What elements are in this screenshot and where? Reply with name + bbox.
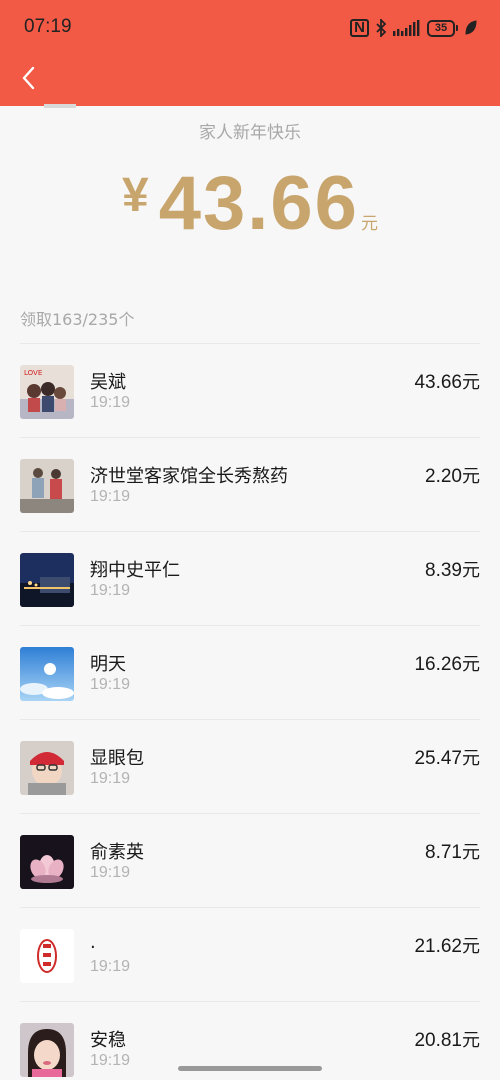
avatar[interactable] — [20, 459, 74, 513]
chevron-left-icon[interactable] — [18, 64, 40, 92]
record-name: 显眼包 — [90, 748, 144, 769]
red-seal-stamp-icon — [20, 929, 74, 983]
record-name: . — [90, 932, 96, 953]
lotus-flower-photo-icon — [20, 835, 74, 889]
avatar[interactable] — [20, 647, 74, 701]
record-amount: 8.39元 — [425, 560, 480, 581]
two-people-photo-icon — [20, 459, 74, 513]
record-amount: 43.66元 — [414, 372, 480, 393]
svg-text:LOVE: LOVE — [24, 369, 42, 377]
child-portrait-photo-icon — [20, 1023, 74, 1077]
list-item[interactable]: 显眼包 19:19 25.47元 — [20, 719, 480, 813]
record-name: 吴斌 — [90, 372, 126, 393]
child-red-hat-photo-icon — [20, 741, 74, 795]
home-indicator[interactable] — [178, 1066, 322, 1071]
list-item[interactable]: . 19:19 21.62元 — [20, 907, 480, 1001]
list-item[interactable]: 俞素英 19:19 8.71元 — [20, 813, 480, 907]
bluetooth-icon — [375, 19, 387, 37]
claim-record-list: LOVE 吴斌 19:19 43.66元 济世堂客家馆全长秀熬药 19:19 2… — [0, 343, 500, 1080]
list-item[interactable]: 济世堂客家馆全长秀熬药 19:19 2.20元 — [20, 437, 480, 531]
record-name: 济世堂客家馆全长秀熬药 — [90, 466, 288, 487]
record-time: 19:19 — [90, 958, 131, 975]
sender-avatar-edge — [44, 104, 76, 108]
received-amount: ¥43.66 元 — [0, 160, 500, 247]
record-name: 安稳 — [90, 1030, 126, 1051]
sky-sun-photo-icon — [20, 647, 74, 701]
record-time: 19:19 — [90, 864, 131, 881]
record-amount: 25.47元 — [414, 748, 480, 769]
status-time: 07:19 — [24, 16, 72, 37]
avatar[interactable] — [20, 835, 74, 889]
red-packet-detail-page: 07:19 N 35 家人新年快乐 ¥ 43.66 元 领取163/235个 L… — [0, 0, 500, 1080]
record-time: 19:19 — [90, 488, 131, 505]
currency-symbol: ¥ — [122, 169, 149, 222]
record-amount: 2.20元 — [425, 466, 480, 487]
nfc-icon: N — [350, 19, 369, 37]
list-item[interactable]: LOVE 吴斌 19:19 43.66元 — [20, 343, 480, 437]
status-icons: N 35 — [350, 16, 478, 40]
list-item[interactable]: 明天 19:19 16.26元 — [20, 625, 480, 719]
record-amount: 8.71元 — [425, 842, 480, 863]
battery-icon: 35 — [427, 19, 458, 37]
family-photo-icon: LOVE — [20, 365, 74, 419]
record-time: 19:19 — [90, 770, 131, 787]
record-amount: 21.62元 — [414, 936, 480, 957]
avatar[interactable]: LOVE — [20, 365, 74, 419]
record-time: 19:19 — [90, 394, 131, 411]
record-time: 19:19 — [90, 1052, 131, 1069]
amount-unit: 元 — [360, 214, 378, 234]
record-amount: 20.81元 — [414, 1030, 480, 1051]
avatar[interactable] — [20, 553, 74, 607]
list-item[interactable]: 翔中史平仁 19:19 8.39元 — [20, 531, 480, 625]
record-time: 19:19 — [90, 582, 131, 599]
leaf-icon — [464, 20, 478, 36]
night-building-photo-icon — [20, 553, 74, 607]
record-amount: 16.26元 — [414, 654, 480, 675]
battery-level: 35 — [427, 19, 455, 37]
avatar[interactable] — [20, 741, 74, 795]
record-name: 翔中史平仁 — [90, 560, 180, 581]
header-bar: 07:19 N 35 — [0, 0, 500, 106]
record-time: 19:19 — [90, 676, 131, 693]
record-name: 俞素英 — [90, 842, 144, 863]
amount-value: 43.66 — [158, 161, 359, 246]
avatar[interactable] — [20, 1023, 74, 1077]
record-name: 明天 — [90, 654, 126, 675]
claimed-count: 领取163/235个 — [20, 310, 135, 329]
avatar[interactable] — [20, 929, 74, 983]
signal-icon — [393, 20, 421, 36]
blessing-text: 家人新年快乐 — [199, 123, 301, 143]
